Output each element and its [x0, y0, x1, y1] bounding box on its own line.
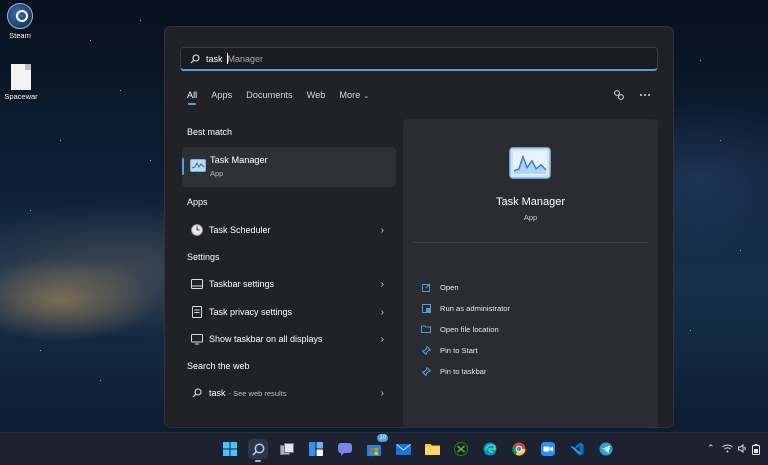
result-task-scheduler[interactable]: Task Scheduler ›: [182, 219, 396, 241]
chevron-right-icon: ›: [380, 333, 384, 345]
section-settings: Settings: [187, 252, 220, 262]
action-label: Run as administrator: [440, 303, 511, 313]
notification-badge: 10: [377, 434, 388, 442]
desktop-icon-spacewar[interactable]: Spacewar: [0, 64, 43, 101]
action-open[interactable]: Open: [421, 280, 459, 294]
xbox-icon[interactable]: [451, 439, 471, 459]
taskbar-icon: [190, 277, 204, 291]
section-best-match: Best match: [187, 127, 233, 137]
tab-label: Web: [306, 90, 326, 100]
task-view-icon[interactable]: [277, 439, 297, 459]
action-label: Pin to Start: [440, 345, 478, 355]
search-input[interactable]: task Manager: [180, 47, 658, 71]
tab-label: All: [187, 90, 198, 100]
pin-icon: [421, 345, 431, 355]
action-run-as-admin[interactable]: Run as administrator: [421, 301, 510, 315]
action-open-file-location[interactable]: Open file location: [421, 322, 499, 336]
tab-label: More: [339, 90, 361, 100]
chevron-up-icon[interactable]: ⌃: [707, 443, 715, 454]
windows-start-icon[interactable]: [220, 439, 240, 459]
preview-subtitle: App: [523, 213, 538, 222]
wifi-icon[interactable]: [722, 444, 733, 453]
chevron-right-icon: ›: [380, 278, 384, 290]
battery-icon[interactable]: [752, 444, 760, 455]
pin-icon: [421, 366, 431, 376]
result-label: Task privacy settings: [209, 307, 293, 317]
result-show-taskbar-all-displays[interactable]: Show taskbar on all displays ›: [182, 328, 396, 350]
selection-indicator: [182, 158, 184, 175]
chevron-down-icon: ⌄: [363, 93, 370, 100]
store-icon[interactable]: 10: [364, 434, 388, 459]
desktop-icon-label: Steam: [9, 31, 31, 40]
search-icon[interactable]: [248, 439, 268, 462]
web-results-hint: - See web results: [228, 389, 287, 398]
best-match-title: Task Manager: [210, 155, 268, 165]
widgets-icon[interactable]: [306, 439, 326, 459]
admin-shield-icon: [421, 303, 431, 313]
taskbar: 10 ⌃: [0, 432, 768, 465]
tab-label: Documents: [246, 90, 293, 100]
tab-label: Apps: [211, 90, 233, 100]
clock-icon: [190, 223, 204, 237]
result-label: Show taskbar on all displays: [209, 334, 323, 344]
best-match-subtitle: App: [210, 169, 224, 178]
best-match-item[interactable]: Task Manager App: [182, 147, 396, 187]
action-pin-to-start[interactable]: Pin to Start: [421, 343, 478, 357]
divider: [413, 242, 648, 243]
tab-all[interactable]: All: [187, 90, 197, 105]
folder-icon: [421, 324, 431, 334]
result-task-privacy-settings[interactable]: Task privacy settings ›: [182, 301, 396, 323]
zoom-icon[interactable]: [538, 439, 558, 459]
mail-icon[interactable]: [393, 439, 413, 459]
privacy-icon: [190, 305, 204, 319]
action-label: Open file location: [440, 324, 499, 334]
tab-documents[interactable]: Documents: [246, 90, 292, 105]
filter-tabs: All Apps Documents Web More ⌄: [187, 90, 383, 105]
search-icon: [190, 386, 204, 400]
action-label: Open: [440, 282, 459, 292]
open-icon: [421, 282, 431, 292]
chevron-right-icon: ›: [380, 306, 384, 318]
tab-apps[interactable]: Apps: [211, 90, 232, 105]
teams-chat-icon[interactable]: [335, 439, 355, 459]
edge-icon[interactable]: [480, 439, 500, 459]
share-network-icon[interactable]: [613, 89, 625, 101]
desktop-icon-label: Spacewar: [4, 92, 38, 101]
result-web-search[interactable]: task - See web results ›: [182, 382, 396, 404]
tab-more[interactable]: More ⌄: [339, 90, 369, 105]
monitor-icon: [190, 332, 204, 346]
result-label: Task Scheduler: [209, 225, 271, 235]
preview-pane: Task Manager App Open Run as administrat…: [403, 119, 658, 427]
vscode-icon[interactable]: [567, 439, 587, 459]
action-label: Pin to taskbar: [440, 366, 487, 376]
file-icon: [11, 64, 31, 90]
speaker-icon[interactable]: [738, 444, 748, 453]
chevron-right-icon: ›: [380, 387, 384, 399]
preview-title: Task Manager: [495, 196, 566, 208]
search-icon: [190, 53, 200, 63]
search-typed-text: task: [206, 53, 223, 64]
result-taskbar-settings[interactable]: Taskbar settings ›: [182, 273, 396, 295]
action-pin-to-taskbar[interactable]: Pin to taskbar: [421, 364, 486, 378]
steam-icon: [7, 3, 33, 29]
search-panel: task Manager All Apps Documents Web More…: [164, 26, 674, 428]
task-manager-icon: [190, 159, 206, 172]
more-options-icon[interactable]: [639, 89, 651, 101]
task-manager-icon: [509, 147, 551, 179]
telegram-icon[interactable]: [596, 439, 616, 459]
web-query: task: [209, 388, 226, 398]
tab-web[interactable]: Web: [307, 90, 326, 105]
section-search-web: Search the web: [187, 361, 250, 371]
chevron-right-icon: ›: [380, 224, 384, 236]
search-suggestion-text: Manager: [227, 53, 264, 64]
chrome-icon[interactable]: [509, 439, 529, 459]
result-label: Taskbar settings: [209, 279, 275, 289]
section-apps: Apps: [187, 197, 208, 207]
file-explorer-icon[interactable]: [422, 439, 442, 459]
desktop-icon-steam[interactable]: Steam: [0, 3, 42, 40]
panel-toolbar: [613, 89, 651, 101]
